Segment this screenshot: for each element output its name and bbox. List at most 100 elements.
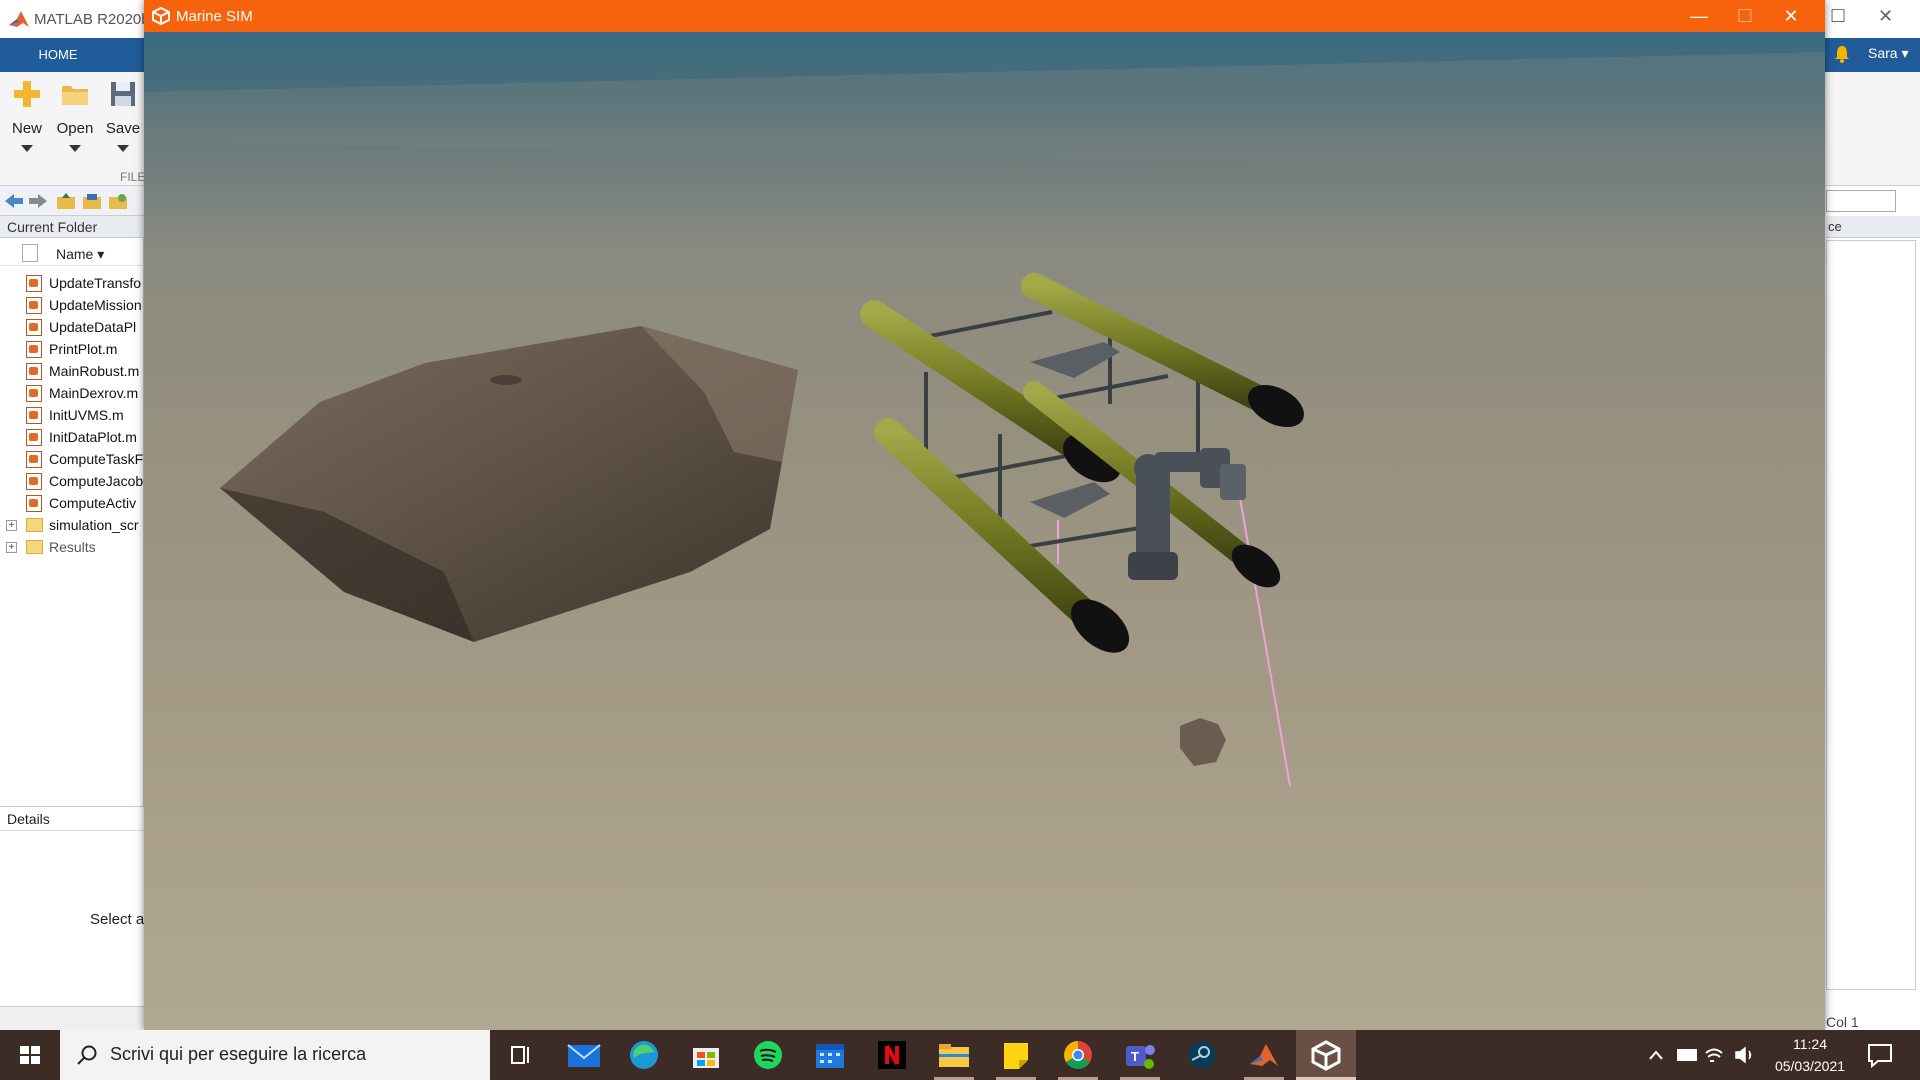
file-explorer-icon <box>939 1044 969 1067</box>
calendar-icon <box>816 1044 844 1068</box>
spotify-app[interactable] <box>738 1030 798 1080</box>
chevron-down-icon <box>117 145 129 152</box>
laser-line <box>1238 491 1291 787</box>
search-box[interactable]: Scrivi qui per eseguire la ricerca <box>60 1030 490 1080</box>
store-app[interactable] <box>676 1030 736 1080</box>
file-item[interactable]: UpdateTransfo <box>0 272 144 294</box>
status-bar-left <box>0 1006 144 1030</box>
file-item[interactable]: UpdateDataPl <box>0 316 144 338</box>
expand-icon[interactable]: + <box>6 542 17 553</box>
task-view-button[interactable] <box>490 1030 550 1080</box>
file-item[interactable]: ComputeTaskF <box>0 448 144 470</box>
windows-icon <box>20 1046 40 1064</box>
folder-item[interactable]: + simulation_scr <box>0 514 144 536</box>
save-button[interactable]: Save <box>100 78 146 152</box>
file-type-column-icon <box>22 244 38 262</box>
chrome-icon <box>1064 1041 1092 1069</box>
folder-item[interactable]: + Results <box>0 536 144 558</box>
spotify-icon <box>754 1041 782 1069</box>
m-file-icon <box>26 451 42 468</box>
expand-icon[interactable]: + <box>6 520 17 531</box>
workspace-list <box>1826 240 1916 990</box>
folder-icon <box>26 518 43 532</box>
calendar-app[interactable] <box>800 1030 860 1080</box>
file-name: MainDexrov.m <box>49 385 139 401</box>
edge-icon <box>630 1041 658 1069</box>
netflix-icon <box>878 1041 906 1069</box>
chrome-app[interactable] <box>1048 1030 1108 1080</box>
folder-icon <box>26 540 43 554</box>
notification-icon[interactable] <box>1866 1042 1894 1068</box>
column-status: Col 1 <box>1826 1014 1859 1030</box>
m-file-icon <box>26 363 42 380</box>
workspace-tab[interactable]: ce <box>1826 216 1920 238</box>
file-name: simulation_scr <box>49 517 139 533</box>
new-label: New <box>11 120 42 137</box>
file-item[interactable]: PrintPlot.m <box>0 338 144 360</box>
close-button[interactable]: ✕ <box>1768 0 1814 32</box>
sticky-notes-app[interactable] <box>986 1030 1046 1080</box>
file-item[interactable]: ComputeJacob <box>0 470 144 492</box>
file-name: PrintPlot.m <box>49 341 118 357</box>
bell-icon[interactable] <box>1834 45 1850 63</box>
clock-date[interactable]: 05/03/2021 <box>1762 1058 1858 1074</box>
name-column-header[interactable]: Name ▾ <box>56 246 104 263</box>
details-panel: Details Select a <box>0 806 144 1006</box>
search-placeholder: Scrivi qui per eseguire la ricerca <box>110 1044 367 1064</box>
marine-sim-window: Marine SIM — ☐ ✕ <box>144 0 1825 1030</box>
folder-history-icon[interactable] <box>108 192 128 210</box>
path-combo[interactable] <box>1826 190 1896 212</box>
clock-time[interactable]: 11:24 <box>1770 1036 1850 1052</box>
tab-home[interactable]: HOME <box>0 38 116 72</box>
back-arrow-icon[interactable] <box>4 192 24 210</box>
user-menu[interactable]: Sara ▾ <box>1868 45 1909 62</box>
start-button[interactable] <box>0 1030 60 1080</box>
file-item[interactable]: MainRobust.m <box>0 360 144 382</box>
small-rock <box>1180 718 1226 766</box>
file-item[interactable]: UpdateMission <box>0 294 144 316</box>
file-item[interactable]: InitUVMS.m <box>0 404 144 426</box>
file-item[interactable]: InitDataPlot.m <box>0 426 144 448</box>
teams-app[interactable]: T <box>1110 1030 1170 1080</box>
edge-app[interactable] <box>614 1030 674 1080</box>
matlab-logo-icon <box>9 11 29 27</box>
user-name: Sara <box>1868 45 1898 61</box>
matlab-app[interactable] <box>1234 1030 1294 1080</box>
save-icon <box>111 82 135 106</box>
matlab-maximize-button[interactable]: ☐ <box>1830 6 1846 27</box>
file-group-label: FILE <box>120 170 146 184</box>
minimize-button[interactable]: — <box>1676 0 1722 32</box>
task-view-icon <box>511 1046 529 1064</box>
file-name: ComputeJacob <box>49 473 144 489</box>
file-name: Results <box>49 539 96 555</box>
details-placeholder: Select a <box>90 911 145 928</box>
sim-titlebar[interactable]: Marine SIM — ☐ ✕ <box>144 0 1825 32</box>
file-item[interactable]: ComputeActiv <box>0 492 144 514</box>
unity-app[interactable] <box>1296 1030 1356 1080</box>
steam-app[interactable] <box>1172 1030 1232 1080</box>
open-button[interactable]: Open <box>52 78 98 152</box>
forward-arrow-icon[interactable] <box>28 192 48 210</box>
file-name: UpdateMission <box>49 297 142 313</box>
save-label: Save <box>105 120 141 137</box>
browse-folder-icon[interactable] <box>82 192 102 210</box>
mail-app[interactable] <box>554 1030 614 1080</box>
netflix-app[interactable] <box>862 1030 922 1080</box>
maximize-button[interactable]: ☐ <box>1722 0 1768 32</box>
simulation-viewport[interactable] <box>144 32 1825 1030</box>
workspace-tab-label: ce <box>1828 219 1842 234</box>
file-item[interactable]: MainDexrov.m <box>0 382 144 404</box>
m-file-icon <box>26 429 42 446</box>
matlab-close-button[interactable]: ✕ <box>1878 6 1893 27</box>
up-folder-icon[interactable] <box>56 192 76 210</box>
file-explorer-app[interactable] <box>924 1030 984 1080</box>
unity-taskbar-icon <box>1311 1040 1341 1071</box>
folder-open-icon <box>62 86 88 105</box>
m-file-icon <box>26 341 42 358</box>
chevron-down-icon <box>21 145 33 152</box>
mail-icon <box>567 1044 601 1067</box>
volume-icon <box>1735 1046 1752 1064</box>
new-button[interactable]: New <box>4 78 50 152</box>
battery-icon <box>1677 1049 1697 1061</box>
m-file-icon <box>26 495 42 512</box>
